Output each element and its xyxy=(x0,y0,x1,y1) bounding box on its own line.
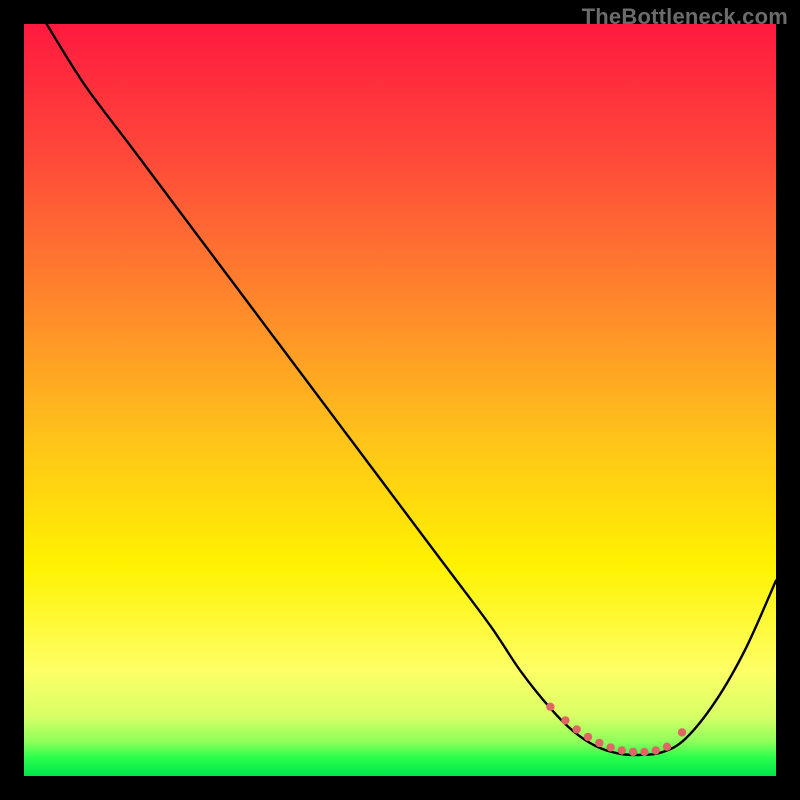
curve-layer xyxy=(24,24,776,776)
marker-dot xyxy=(546,703,554,711)
marker-dot xyxy=(640,748,648,756)
marker-dot xyxy=(561,716,569,724)
marker-dot xyxy=(629,748,637,756)
marker-dot xyxy=(584,733,592,741)
chart-frame: TheBottleneck.com xyxy=(0,0,800,800)
bottleneck-curve xyxy=(47,24,776,755)
watermark-text: TheBottleneck.com xyxy=(582,4,788,30)
marker-dot xyxy=(595,739,603,747)
marker-dot xyxy=(652,746,660,754)
marker-dot xyxy=(606,743,614,751)
marker-dot xyxy=(663,743,671,751)
marker-dot xyxy=(678,728,686,736)
plot-area xyxy=(24,24,776,776)
optimal-range-markers xyxy=(546,703,686,757)
marker-dot xyxy=(573,725,581,733)
marker-dot xyxy=(618,746,626,754)
